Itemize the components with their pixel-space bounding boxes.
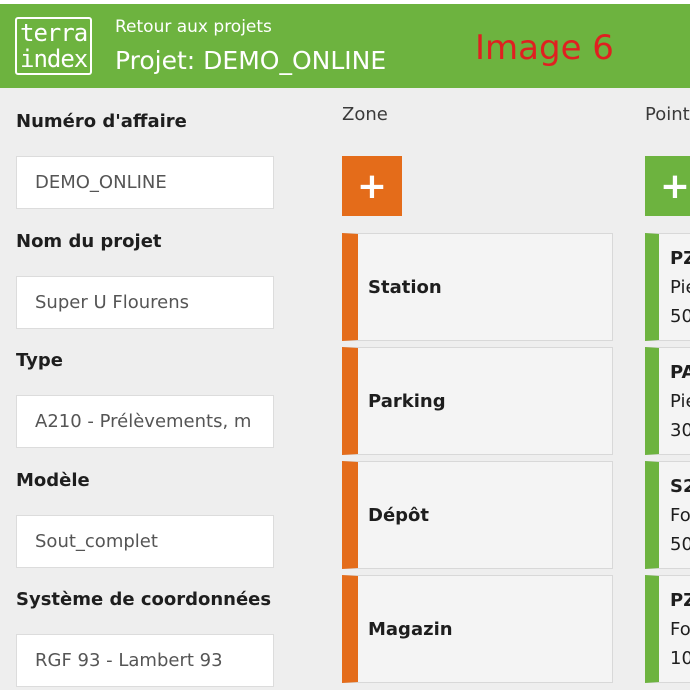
numero-affaire-input[interactable]: DEMO_ONLINE	[16, 156, 274, 209]
field-label-modele: Modèle	[16, 470, 90, 491]
zone-card-parking[interactable]: Parking	[342, 347, 613, 455]
point-card-code: PA	[670, 362, 690, 383]
modele-input[interactable]: Sout_complet	[16, 515, 274, 568]
zone-column-header: Zone	[342, 104, 388, 125]
point-card[interactable]: PA Pie 30	[645, 347, 690, 455]
point-card-code: PZ	[670, 590, 690, 611]
point-card-type: Fo	[670, 505, 690, 526]
point-card-code: S2	[670, 476, 690, 497]
back-to-projects-link[interactable]: Retour aux projets	[115, 17, 272, 37]
point-card-depth: 50	[670, 306, 690, 327]
point-card-type: Pie	[670, 391, 690, 412]
zone-card-station[interactable]: Station	[342, 233, 613, 341]
nom-projet-input[interactable]: Super U Flourens	[16, 276, 274, 329]
point-card[interactable]: PZ Fo 10	[645, 575, 690, 683]
zone-card-magazin[interactable]: Magazin	[342, 575, 613, 683]
add-zone-button[interactable]: +	[342, 156, 402, 216]
page-title: Projet: DEMO_ONLINE	[115, 46, 387, 75]
field-label-systeme-coordonnees: Système de coordonnées	[16, 589, 272, 610]
add-point-button[interactable]: +	[645, 156, 690, 216]
field-label-nom-projet: Nom du projet	[16, 231, 162, 252]
logo-line1: terra	[20, 19, 88, 47]
image-annotation-label: Image 6	[475, 28, 614, 68]
point-card-code: PZ	[670, 248, 690, 269]
zone-card-label: Station	[368, 276, 442, 298]
zone-card-label: Magazin	[368, 618, 453, 640]
field-label-type: Type	[16, 350, 63, 371]
field-label-numero-affaire: Numéro d'affaire	[16, 111, 187, 132]
type-input[interactable]: A210 - Prélèvements, m	[16, 395, 274, 448]
point-card-depth: 50	[670, 534, 690, 555]
zone-card-label: Parking	[368, 390, 446, 412]
zone-card-depot[interactable]: Dépôt	[342, 461, 613, 569]
point-card-type: Fo	[670, 619, 690, 640]
systeme-coordonnees-input[interactable]: RGF 93 - Lambert 93	[16, 634, 274, 687]
terra-index-logo[interactable]: terra index	[15, 17, 92, 75]
zone-card-label: Dépôt	[368, 504, 430, 526]
point-card-depth: 10	[670, 648, 690, 669]
app-header: terra index Retour aux projets Projet: D…	[0, 0, 690, 88]
logo-line2: index	[20, 45, 88, 73]
point-card[interactable]: PZ Pie 50	[645, 233, 690, 341]
point-card-depth: 30	[670, 420, 690, 441]
point-column-header: Point	[645, 104, 690, 125]
point-card[interactable]: S2 Fo 50	[645, 461, 690, 569]
point-card-type: Pie	[670, 277, 690, 298]
